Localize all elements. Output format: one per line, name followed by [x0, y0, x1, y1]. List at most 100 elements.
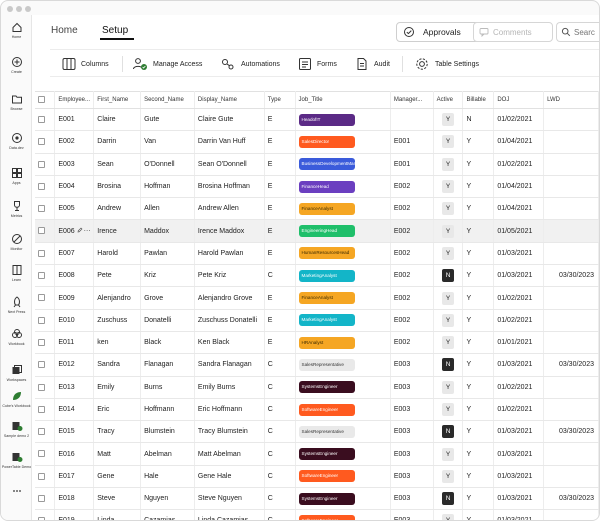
sidebar-item-13[interactable]: Sample demo 2 [1, 420, 32, 438]
doj-cell[interactable]: 01/05/2021 [493, 219, 545, 243]
lwd-cell[interactable] [543, 175, 599, 199]
job-title-cell[interactable]: SoftwareEngineer [295, 398, 391, 422]
column-header[interactable]: Type [264, 91, 296, 109]
second-name-cell[interactable]: Nguyen [140, 487, 195, 511]
billable-cell[interactable]: Y [462, 286, 495, 310]
row-checkbox[interactable] [38, 205, 45, 213]
manager-cell[interactable]: E003 [390, 442, 434, 466]
sidebar-item-5[interactable]: Apps [1, 167, 32, 185]
display-name-cell[interactable]: Sandra Flanagan [194, 353, 265, 377]
select-all-cell[interactable] [35, 91, 56, 109]
table-row[interactable]: E008 Pete Kriz Pete Kriz C MarketingAnalyst E0… [35, 264, 599, 288]
employee-id-cell[interactable]: E015 [54, 420, 95, 444]
second-name-cell[interactable]: Kriz [140, 264, 195, 288]
billable-cell[interactable]: Y [462, 331, 495, 355]
lwd-cell[interactable] [543, 442, 599, 466]
doj-cell[interactable]: 01/04/2021 [493, 175, 545, 199]
table-row[interactable]: E019 Linda Cazamias Linda Cazamias C Software… [35, 509, 599, 520]
sidebar-item-15[interactable] [1, 485, 32, 497]
first-name-cell[interactable]: Harold [93, 242, 142, 266]
employee-id-cell[interactable]: E002 [54, 130, 95, 154]
manager-cell[interactable] [390, 108, 434, 132]
doj-cell[interactable]: 01/02/2021 [493, 286, 545, 310]
first-name-cell[interactable]: Zuschuss [93, 309, 142, 332]
row-select-cell[interactable] [35, 108, 56, 132]
billable-cell[interactable]: Y [462, 264, 495, 288]
row-select-cell[interactable] [35, 286, 56, 310]
doj-cell[interactable]: 01/03/2021 [493, 420, 545, 444]
maximize-dot[interactable] [25, 6, 31, 12]
table-row[interactable]: E002 Darrin Van Darrin Van Huff E SalesDirect… [35, 130, 599, 154]
type-cell[interactable]: E [264, 108, 296, 132]
second-name-cell[interactable]: Hoffmann [140, 398, 195, 422]
row-checkbox[interactable] [38, 272, 45, 280]
lwd-cell[interactable] [543, 309, 599, 332]
manager-cell[interactable]: E003 [390, 353, 434, 377]
billable-cell[interactable]: Y [462, 398, 495, 422]
type-cell[interactable]: C [264, 353, 296, 377]
manager-cell[interactable]: E001 [390, 153, 434, 176]
first-name-cell[interactable]: ken [93, 331, 142, 355]
first-name-cell[interactable]: Sean [93, 153, 142, 176]
second-name-cell[interactable]: Maddox [140, 219, 195, 243]
active-cell[interactable]: N [433, 353, 464, 377]
job-title-cell[interactable]: SalesRepresentative [295, 353, 391, 377]
display-name-cell[interactable]: Sean O'Donnell [194, 153, 265, 176]
manager-cell[interactable]: E001 [390, 130, 434, 154]
row-select-cell[interactable] [35, 509, 56, 520]
first-name-cell[interactable]: Linda [93, 509, 142, 520]
first-name-cell[interactable]: Irence [93, 219, 142, 243]
column-header[interactable]: First_Name [93, 91, 142, 109]
manager-cell[interactable]: E002 [390, 309, 434, 332]
employee-id-cell[interactable]: E012 [54, 353, 95, 377]
row-select-cell[interactable] [35, 197, 56, 221]
doj-cell[interactable]: 01/02/2021 [493, 153, 545, 176]
manager-cell[interactable]: E003 [390, 420, 434, 444]
active-cell[interactable]: Y [433, 130, 464, 154]
doj-cell[interactable]: 01/02/2021 [493, 108, 545, 132]
second-name-cell[interactable]: Allen [140, 197, 195, 221]
job-title-cell[interactable]: FinanceAnalyst [295, 286, 391, 310]
table-row[interactable]: E009 Alenjandro Grove Alenjandro Grove E Fina… [35, 286, 599, 310]
type-cell[interactable]: C [264, 376, 296, 399]
first-name-cell[interactable]: Claire [93, 108, 142, 132]
lwd-cell[interactable]: 03/30/2023 [543, 353, 599, 377]
row-select-cell[interactable] [35, 309, 56, 332]
job-title-cell[interactable]: SalesRepresentative [295, 420, 391, 444]
second-name-cell[interactable]: Burns [140, 376, 195, 399]
type-cell[interactable]: E [264, 242, 296, 266]
table-row[interactable]: E016 Matt Abelman Matt Abelman C SystemsEngin… [35, 442, 599, 466]
lwd-cell[interactable] [543, 465, 599, 489]
employee-id-cell[interactable]: E019 [54, 509, 95, 520]
first-name-cell[interactable]: Alenjandro [93, 286, 142, 310]
employee-id-cell[interactable]: E003 [54, 153, 95, 176]
table-row[interactable]: E010 Zuschuss Donatelli Zuschuss Donatelli E… [35, 309, 599, 332]
type-cell[interactable]: C [264, 420, 296, 444]
display-name-cell[interactable]: Ken Black [194, 331, 265, 355]
display-name-cell[interactable]: Linda Cazamias [194, 509, 265, 520]
row-checkbox[interactable] [38, 428, 45, 436]
close-dot[interactable] [7, 6, 13, 12]
doj-cell[interactable]: 01/03/2021 [493, 264, 545, 288]
lwd-cell[interactable] [543, 242, 599, 266]
table-settings-button[interactable]: Table Settings [414, 56, 479, 72]
row-checkbox[interactable] [38, 383, 45, 391]
table-row[interactable]: E013 Emily Burns Emily Burns C SystemsEnginee… [35, 376, 599, 399]
job-title-cell[interactable]: SoftwareEngineer [295, 509, 391, 520]
manager-cell[interactable]: E002 [390, 286, 434, 310]
sidebar-item-2[interactable]: Create [1, 56, 32, 74]
second-name-cell[interactable]: Black [140, 331, 195, 355]
forms-button[interactable]: Forms [298, 56, 337, 72]
row-select-cell[interactable] [35, 353, 56, 377]
manager-cell[interactable]: E002 [390, 264, 434, 288]
active-cell[interactable]: Y [433, 398, 464, 422]
table-row[interactable]: E004 Brosina Hoffman Brosina Hoffman E Financ… [35, 175, 599, 199]
active-cell[interactable]: N [433, 420, 464, 444]
row-select-cell[interactable] [35, 264, 56, 288]
billable-cell[interactable]: N [462, 108, 495, 132]
search-input[interactable] [574, 27, 599, 37]
doj-cell[interactable]: 01/03/2021 [493, 509, 545, 520]
job-title-cell[interactable]: SystemsEngineer [295, 487, 391, 511]
billable-cell[interactable]: Y [462, 353, 495, 377]
first-name-cell[interactable]: Emily [93, 376, 142, 399]
